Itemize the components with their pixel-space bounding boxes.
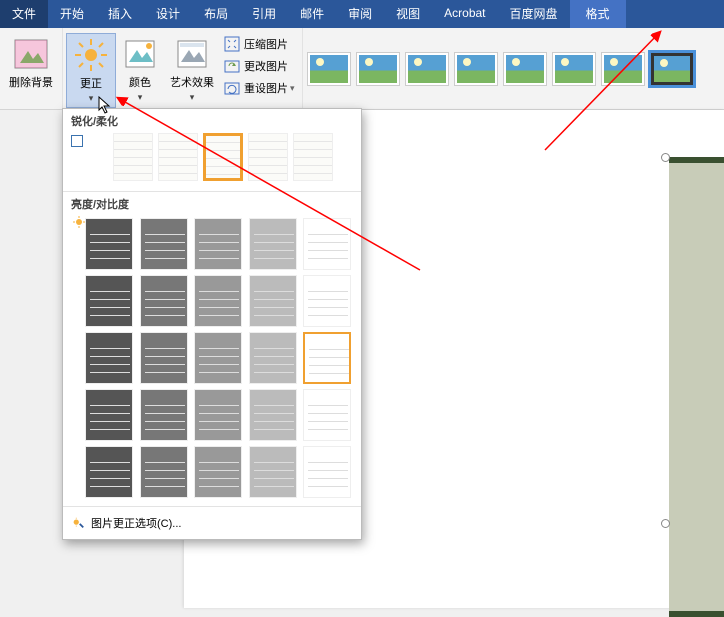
color-icon (122, 36, 158, 72)
menu-format[interactable]: 格式 (570, 0, 626, 28)
brightness-preset[interactable] (303, 275, 351, 327)
sun-icon (73, 37, 109, 73)
brightness-preset[interactable] (85, 218, 133, 270)
brightness-preset[interactable] (140, 332, 188, 384)
chevron-down-icon: ▾ (190, 92, 195, 103)
menu-file[interactable]: 文件 (0, 0, 48, 28)
artistic-effects-button[interactable]: 艺术效果 ▾ (164, 33, 220, 106)
brightness-preset[interactable] (303, 218, 351, 270)
style-preset[interactable] (602, 53, 644, 85)
brightness-preset[interactable] (303, 446, 351, 498)
menu-references[interactable]: 引用 (240, 0, 288, 28)
remove-bg-label: 删除背景 (9, 74, 53, 90)
brightness-header: 亮度/对比度 (63, 192, 361, 214)
menu-acrobat[interactable]: Acrobat (432, 0, 497, 28)
brightness-preset[interactable] (85, 275, 133, 327)
options-label: 图片更正选项(C)... (91, 515, 181, 531)
brightness-preset[interactable] (249, 446, 297, 498)
options-icon (71, 516, 85, 530)
remove-bg-icon (13, 36, 49, 72)
reset-picture-button[interactable]: 重设图片 ▾ (220, 77, 299, 99)
picture-style-gallery[interactable] (303, 28, 724, 109)
sharpen-preset-selected[interactable] (203, 133, 243, 181)
menu-view[interactable]: 视图 (384, 0, 432, 28)
reset-icon (224, 80, 240, 96)
selected-image[interactable] (669, 157, 724, 617)
brightness-preset[interactable] (194, 389, 242, 441)
menu-design[interactable]: 设计 (144, 0, 192, 28)
reset-label: 重设图片 (244, 80, 288, 96)
style-preset[interactable] (406, 53, 448, 85)
menu-mail[interactable]: 邮件 (288, 0, 336, 28)
change-icon (224, 58, 240, 74)
sharpen-preset[interactable] (158, 133, 198, 181)
brightness-preset[interactable] (140, 389, 188, 441)
corrections-dropdown: 锐化/柔化 亮度/对比度 (62, 108, 362, 540)
menu-home[interactable]: 开始 (48, 0, 96, 28)
brightness-preset[interactable] (249, 275, 297, 327)
artistic-icon (174, 36, 210, 72)
sharpen-preset[interactable] (248, 133, 288, 181)
brightness-preset[interactable] (249, 332, 297, 384)
change-picture-button[interactable]: 更改图片 (220, 55, 299, 77)
sharpen-preset[interactable] (113, 133, 153, 181)
mouse-cursor (98, 96, 112, 114)
menu-bar: 文件 开始 插入 设计 布局 引用 邮件 审阅 视图 Acrobat 百度网盘 … (0, 0, 724, 28)
remove-background-button[interactable]: 删除背景 (3, 33, 59, 105)
selection-handle[interactable] (661, 153, 670, 162)
brightness-preset[interactable] (140, 446, 188, 498)
menu-layout[interactable]: 布局 (192, 0, 240, 28)
menu-review[interactable]: 审阅 (336, 0, 384, 28)
presets-icon (71, 135, 83, 147)
chevron-down-icon: ▾ (89, 93, 94, 104)
brightness-preset[interactable] (194, 332, 242, 384)
brightness-preset[interactable] (85, 389, 133, 441)
brightness-preset[interactable] (249, 218, 297, 270)
brightness-preset[interactable] (194, 275, 242, 327)
brightness-preset[interactable] (85, 332, 133, 384)
color-label: 颜色 (129, 74, 151, 90)
brightness-preset[interactable] (194, 218, 242, 270)
corrections-label: 更正 (80, 75, 102, 91)
style-preset[interactable] (455, 53, 497, 85)
change-label: 更改图片 (244, 58, 288, 74)
style-preset-selected[interactable] (651, 53, 693, 85)
style-preset[interactable] (504, 53, 546, 85)
brightness-preset[interactable] (303, 389, 351, 441)
brightness-preset-selected[interactable] (303, 332, 351, 384)
menu-insert[interactable]: 插入 (96, 0, 144, 28)
picture-corrections-options-button[interactable]: 图片更正选项(C)... (63, 506, 361, 539)
compress-picture-button[interactable]: 压缩图片 (220, 33, 299, 55)
selection-handle[interactable] (661, 519, 670, 528)
style-preset[interactable] (357, 53, 399, 85)
sun-small-icon (73, 216, 85, 228)
brightness-preset[interactable] (140, 218, 188, 270)
menu-baidu[interactable]: 百度网盘 (498, 0, 570, 28)
artistic-label: 艺术效果 (170, 74, 214, 90)
compress-icon (224, 36, 240, 52)
brightness-preset[interactable] (85, 446, 133, 498)
sharpen-preset[interactable] (293, 133, 333, 181)
brightness-preset[interactable] (140, 275, 188, 327)
style-preset[interactable] (308, 53, 350, 85)
color-button[interactable]: 颜色 ▾ (116, 33, 164, 106)
brightness-preset[interactable] (249, 389, 297, 441)
compress-label: 压缩图片 (244, 36, 288, 52)
chevron-down-icon: ▾ (138, 92, 143, 103)
style-preset[interactable] (553, 53, 595, 85)
brightness-preset[interactable] (194, 446, 242, 498)
